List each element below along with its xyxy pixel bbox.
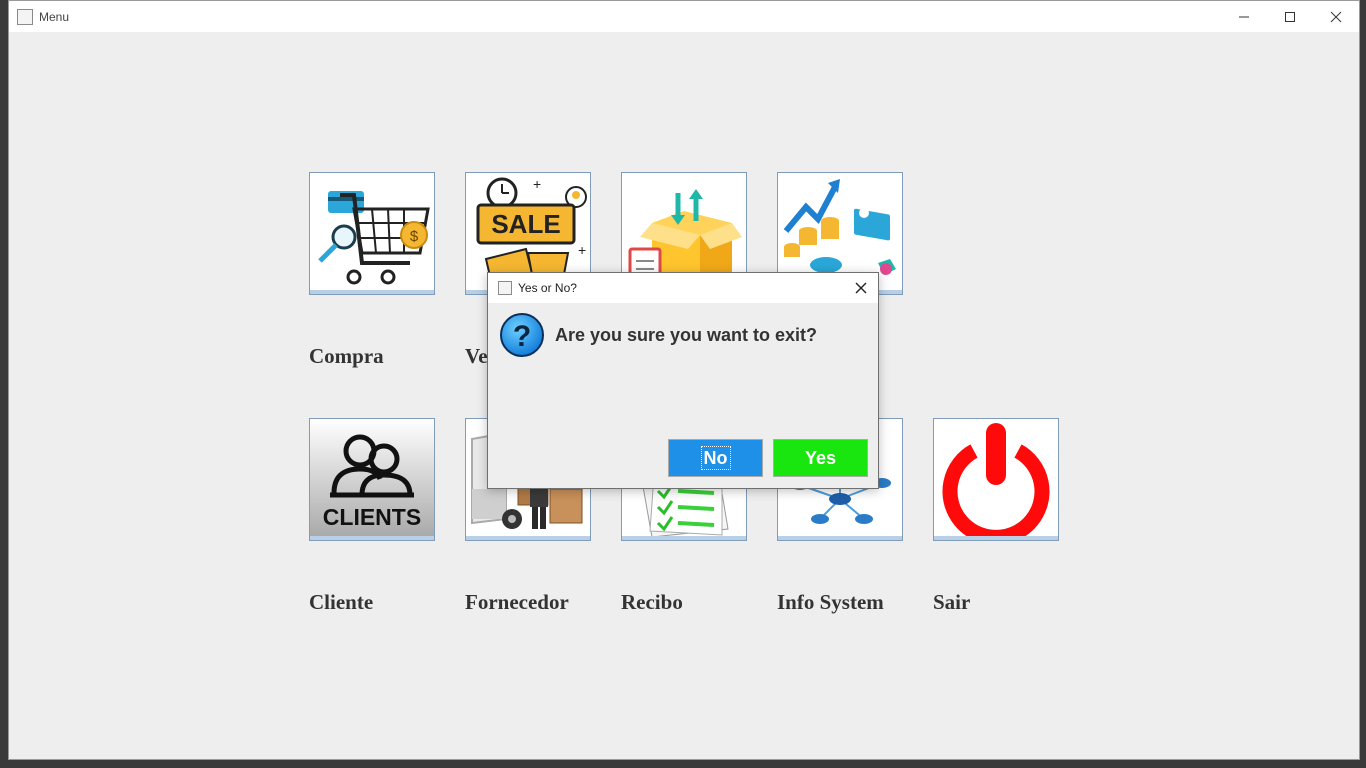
compra-label: Compra [309, 344, 384, 368]
info-system-label: Info System [777, 590, 884, 614]
window-title: Menu [39, 9, 70, 24]
recibo-label: Recibo [621, 590, 683, 614]
window-title-bar[interactable]: Menu [9, 1, 1359, 32]
svg-text:SALE: SALE [491, 209, 560, 239]
dialog-title: Yes or No? [518, 281, 577, 295]
maximize-button[interactable] [1267, 1, 1313, 32]
clients-icon: CLIENTS [310, 419, 434, 537]
svg-text:$: $ [410, 228, 419, 245]
yes-button[interactable]: Yes [773, 439, 868, 477]
window-controls [1221, 1, 1359, 32]
clients-text: CLIENTS [323, 504, 421, 530]
no-button-label: No [700, 446, 731, 470]
venda-label: Ve [465, 344, 488, 368]
cliente-button[interactable]: CLIENTS [309, 418, 435, 541]
exit-confirm-dialog: Yes or No? ? Are you sure you want to ex… [487, 272, 879, 489]
dialog-close-button[interactable] [850, 277, 872, 299]
question-icon: ? [500, 313, 544, 357]
svg-text:+: + [578, 242, 586, 258]
svg-text:?: ? [513, 320, 531, 353]
dialog-title-bar[interactable]: Yes or No? [488, 273, 878, 303]
java-app-icon [498, 281, 512, 295]
compra-button[interactable]: $ [309, 172, 435, 295]
svg-text:+: + [533, 176, 541, 192]
close-icon [1330, 11, 1342, 22]
cliente-label: Cliente [309, 590, 374, 614]
sair-button[interactable] [933, 418, 1059, 541]
dialog-message: Are you sure you want to exit? [555, 325, 818, 345]
power-icon [934, 419, 1058, 537]
close-icon [855, 282, 867, 294]
no-button[interactable]: No [668, 439, 763, 477]
sair-label: Sair [933, 590, 971, 614]
java-app-icon [17, 8, 33, 25]
minimize-icon [1239, 16, 1249, 17]
close-window-button[interactable] [1313, 1, 1359, 32]
shopping-cart-icon: $ [318, 191, 430, 285]
fornecedor-label: Fornecedor [465, 590, 569, 614]
minimize-button[interactable] [1221, 1, 1267, 32]
maximize-icon [1285, 11, 1295, 22]
yes-button-label: Yes [804, 447, 837, 468]
